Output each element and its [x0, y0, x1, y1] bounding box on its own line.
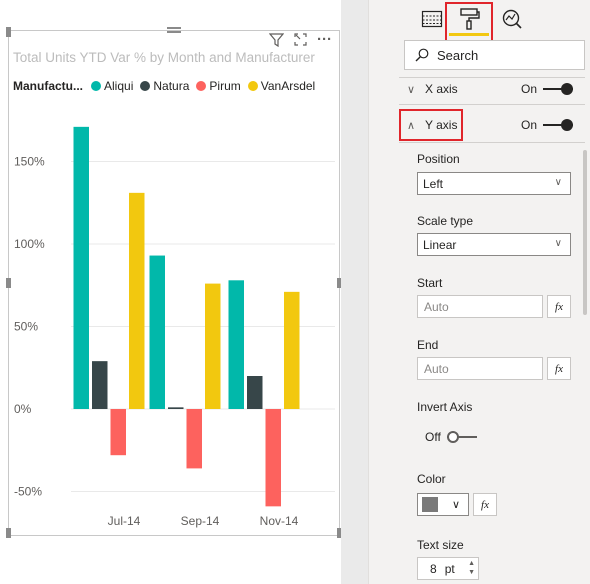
chevron-down-icon: ∨ [554, 238, 562, 249]
x-tick-label: Nov-14 [260, 514, 299, 528]
x-axis-section-header[interactable]: ∨ X axis On [399, 80, 585, 98]
active-tab-indicator [449, 33, 489, 36]
bar-pirum-jul-14[interactable] [110, 409, 127, 456]
resize-handle-left[interactable] [6, 278, 11, 288]
pane-scrollbar[interactable] [583, 150, 587, 315]
resize-handle-top-left[interactable] [6, 27, 11, 37]
filter-icon[interactable] [268, 31, 285, 48]
invert-axis-toggle-label: Off [425, 430, 441, 444]
search-placeholder: Search [437, 47, 479, 63]
bar-aliqui-nov-14[interactable] [228, 280, 245, 409]
table-grid-icon [421, 10, 443, 28]
scale-type-dropdown[interactable]: Linear ∨ [417, 233, 571, 256]
format-pane: Search ∨ X axis On ∧ Y axis On Position … [368, 0, 590, 584]
legend-title: Manufactu... [13, 79, 84, 93]
bar-natura-nov-14[interactable] [247, 376, 263, 409]
y-tick-label: 0% [14, 402, 32, 416]
canvas-gutter [341, 0, 368, 584]
divider [399, 77, 585, 78]
search-input[interactable]: Search [404, 40, 585, 70]
color-label: Color [417, 472, 446, 486]
text-size-value: 8 [430, 561, 437, 576]
start-label: Start [417, 276, 443, 290]
color-fx-button[interactable]: fx [473, 493, 497, 516]
position-label: Position [417, 152, 460, 166]
clustered-column-chart-visual[interactable]: 150% 100% 50% 0% -50% Jul-14 Sep-14 Nov-14 [8, 30, 340, 536]
x-axis-toggle-label: On [520, 82, 537, 96]
invert-axis-toggle[interactable] [446, 431, 477, 443]
fields-tab[interactable] [416, 4, 448, 34]
y-tick-label: -50% [14, 485, 42, 499]
x-axis-label: X axis [425, 82, 458, 96]
legend-label: Pirum [209, 79, 241, 93]
legend-label: Natura [153, 79, 190, 93]
chevron-down-icon: ∨ [554, 177, 562, 188]
report-canvas: 150% 100% 50% 0% -50% Jul-14 Sep-14 Nov-14 ··· … [0, 0, 342, 584]
bar-vanarsdel-sep-14[interactable] [205, 283, 221, 409]
resize-handle-bottom-left[interactable] [6, 528, 11, 538]
divider [399, 104, 585, 105]
divider [399, 142, 585, 143]
legend-dot-icon [196, 81, 207, 91]
analytics-magnifier-icon [502, 9, 522, 29]
drag-handle-icon[interactable] [167, 27, 181, 36]
position-value: Left [423, 176, 444, 191]
search-icon [415, 48, 429, 62]
invert-axis-toggle-row: Off [425, 430, 477, 444]
bar-aliqui-jul-14[interactable] [73, 126, 90, 409]
start-input[interactable]: Auto [417, 295, 543, 318]
x-tick-label: Jul-14 [108, 514, 141, 528]
focus-mode-icon[interactable] [292, 31, 309, 48]
text-size-unit: pt [444, 561, 455, 576]
bar-aliqui-sep-14[interactable] [149, 255, 166, 409]
y-tick-label: 150% [14, 155, 45, 169]
bar-natura-sep-14[interactable] [168, 407, 184, 409]
legend-dot-icon [140, 81, 151, 91]
y-tick-label: 100% [14, 237, 45, 251]
more-options-icon[interactable]: ··· [316, 31, 333, 48]
chart-plot: 150% 100% 50% 0% -50% Jul-14 Sep-14 Nov-14 [14, 126, 335, 528]
position-dropdown[interactable]: Left ∨ [417, 172, 571, 195]
legend-label: Aliqui [104, 79, 134, 93]
bar-pirum-sep-14[interactable] [186, 409, 203, 469]
legend-item-aliqui[interactable]: Aliqui [91, 79, 133, 93]
bar-vanarsdel-nov-14[interactable] [284, 291, 300, 409]
analytics-tab[interactable] [496, 4, 528, 34]
y-tick-label: 50% [14, 320, 38, 334]
chevron-down-icon: ∨ [407, 83, 416, 96]
chart-legend: Manufactu... Aliqui Natura Pirum VanArsd… [13, 79, 322, 93]
chart-title: Total Units YTD Var % by Month and Manuf… [13, 50, 315, 65]
invert-axis-label: Invert Axis [417, 400, 473, 414]
y-axis-toggle-label: On [520, 118, 537, 132]
color-swatch [422, 497, 438, 512]
legend-label: VanArsdel [260, 79, 316, 93]
x-tick-label: Sep-14 [181, 514, 220, 528]
bar-natura-jul-14[interactable] [92, 361, 108, 409]
end-placeholder: Auto [424, 361, 449, 376]
format-tab-highlight [445, 2, 493, 43]
y-axis-highlight [399, 109, 463, 141]
end-input[interactable]: Auto [417, 357, 543, 380]
x-axis-toggle[interactable] [543, 83, 573, 95]
start-placeholder: Auto [424, 299, 449, 314]
text-size-stepper[interactable]: 8 pt ▲ ▼ [417, 557, 479, 580]
visual-header-icons: ··· [268, 31, 333, 48]
stepper-arrows-icon[interactable]: ▲ ▼ [468, 559, 475, 577]
legend-dot-icon [247, 81, 258, 91]
end-label: End [417, 338, 439, 352]
legend-item-natura[interactable]: Natura [140, 79, 189, 93]
scale-type-value: Linear [423, 237, 457, 252]
scale-type-label: Scale type [417, 214, 474, 228]
bar-pirum-nov-14[interactable] [265, 409, 282, 507]
start-fx-button[interactable]: fx [547, 295, 571, 318]
color-picker[interactable]: ∨ [417, 493, 469, 516]
legend-item-pirum[interactable]: Pirum [196, 79, 241, 93]
text-size-label: Text size [417, 538, 464, 552]
chevron-down-icon: ∨ [452, 499, 461, 511]
bar-vanarsdel-jul-14[interactable] [129, 192, 145, 409]
y-axis-toggle[interactable] [543, 119, 573, 131]
legend-dot-icon [91, 81, 102, 91]
end-fx-button[interactable]: fx [547, 357, 571, 380]
legend-item-vanarsdel[interactable]: VanArsdel [247, 79, 316, 93]
